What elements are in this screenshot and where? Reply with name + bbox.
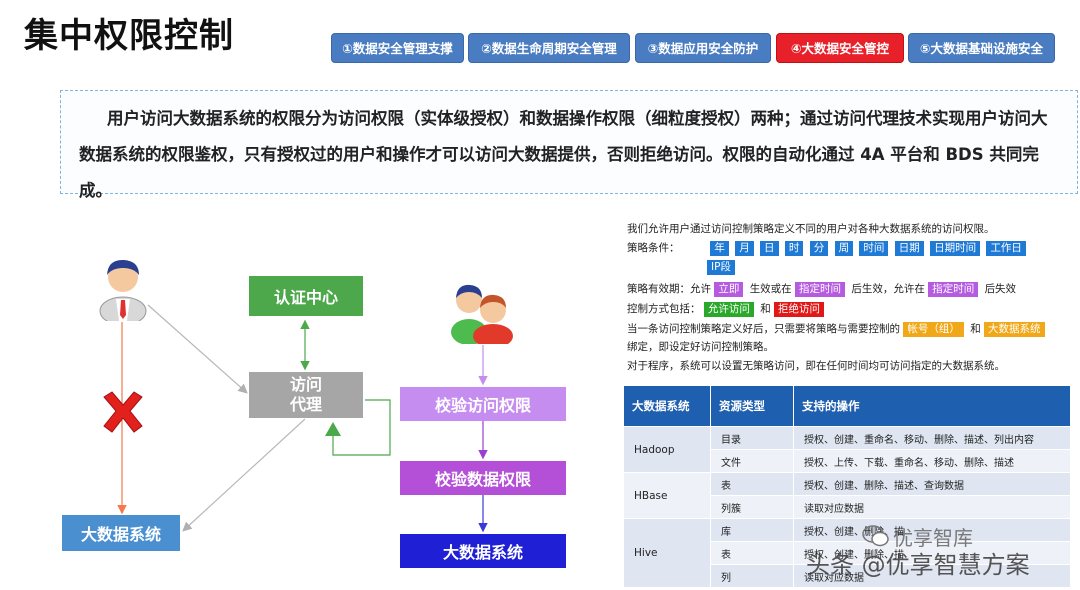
system-cell: Hive: [623, 518, 711, 588]
validity-immediate-tag: 立即: [714, 282, 744, 297]
bigdata-system-tag: 大数据系统: [984, 322, 1045, 337]
condition-tag: 日期: [894, 241, 924, 256]
check-data-permission-box: 校验数据权限: [400, 461, 566, 495]
condition-tag: 年: [710, 241, 729, 256]
watermark-author: 头条 @优享智慧方案: [806, 551, 1030, 579]
type-cell: 表: [710, 472, 794, 496]
col-header-operations: 支持的操作: [793, 385, 1071, 427]
type-cell: 文件: [710, 449, 794, 473]
condition-tag: 日: [760, 241, 779, 256]
validity-start-tag: 指定时间: [795, 282, 846, 297]
validity-text-b: 生效或在: [749, 283, 792, 295]
policy-program-line: 对于程序，系统可以设置无策略访问，即在任何时间均可访问指定的大数据系统。: [627, 360, 1005, 372]
control-label: 控制方式包括：: [627, 303, 701, 315]
type-cell: 库: [710, 518, 794, 542]
condition-tag: 工作日: [986, 241, 1026, 256]
ops-cell: 授权、创建、删除、描述、查询数据: [793, 472, 1071, 496]
col-header-system: 大数据系统: [623, 385, 711, 427]
type-cell: 列簇: [710, 495, 794, 519]
access-proxy-box: 访问 代理: [249, 372, 363, 418]
condition-tag: IP段: [707, 260, 735, 275]
type-cell: 目录: [710, 426, 794, 450]
table-row: Hive 库 授权、创建、删除、描: [623, 518, 1071, 588]
condition-tag: 周: [834, 241, 854, 256]
account-group-tag: 帐号（组）: [903, 322, 964, 337]
policy-bind-row2: 绑定，即设定好访问控制策略。: [627, 341, 774, 353]
auth-center-box: 认证中心: [249, 276, 363, 316]
policy-control-row: 控制方式包括： 允许访问 和 拒绝访问: [627, 301, 827, 317]
col-header-resource-type: 资源类型: [710, 385, 794, 427]
validity-end-tag: 指定时间: [928, 282, 979, 297]
check-access-permission-box: 校验访问权限: [400, 387, 566, 421]
policy-conditions-row2: IP段: [707, 260, 738, 275]
bind-text-a: 当一条访问控制策略定义好后，只需要将策略与需要控制的: [627, 323, 900, 335]
proxy-label-line2: 代理: [289, 395, 322, 414]
ops-cell: 授权、上传、下载、重命名、移动、删除、描述: [793, 449, 1071, 473]
validity-text-d: 后失效: [984, 283, 1017, 295]
table-row: Hadoop 目录 授权、创建、重命名、移动、删除、描述、列出内容: [623, 426, 1071, 473]
ops-cell: 授权、创建、重命名、移动、删除、描述、列出内容: [793, 426, 1071, 450]
condition-tag: 时间: [859, 241, 889, 256]
control-and: 和: [760, 303, 771, 315]
validity-text-a: 策略有效期：允许: [627, 283, 711, 295]
conditions-label: 策略条件：: [627, 242, 680, 254]
user-group-icon: [451, 284, 513, 344]
bigdata-system-right-box: 大数据系统: [400, 534, 566, 568]
policy-intro-line: 我们允许用户通过访问控制策略定义不同的用户对各种大数据系统的访问权限。: [627, 223, 995, 235]
policy-validity-row: 策略有效期：允许 立即 生效或在 指定时间 后生效，允许在 指定时间 后失效: [627, 281, 1016, 297]
bigdata-system-left-box: 大数据系统: [62, 515, 180, 551]
single-user-icon: [99, 259, 147, 321]
condition-tag: 日期时间: [930, 241, 981, 256]
type-cell: 列: [710, 564, 794, 588]
proxy-label-line1: 访问: [289, 375, 322, 394]
ops-cell: 读取对应数据: [793, 495, 1071, 519]
bind-and: 和: [970, 323, 981, 335]
deny-access-tag: 拒绝访问: [774, 302, 825, 317]
allow-access-tag: 允许访问: [703, 302, 754, 317]
deny-cross-icon: [103, 391, 143, 433]
table-row: HBase 表 授权、创建、删除、描述、查询数据: [623, 472, 1071, 519]
condition-tag: 分: [809, 241, 829, 256]
system-cell: Hadoop: [623, 426, 711, 473]
condition-tag: 月: [735, 241, 754, 256]
validity-text-c: 后生效，允许在: [851, 283, 925, 295]
type-cell: 表: [710, 541, 794, 565]
condition-tag: 时: [784, 241, 804, 256]
system-cell: HBase: [623, 472, 711, 519]
policy-bind-row: 当一条访问控制策略定义好后，只需要将策略与需要控制的 帐号（组） 和 大数据系统: [627, 321, 1048, 337]
policy-conditions-row: 策略条件： 年 月 日 时 分 周 时间 日期 日期时间 工作日: [627, 240, 1029, 256]
